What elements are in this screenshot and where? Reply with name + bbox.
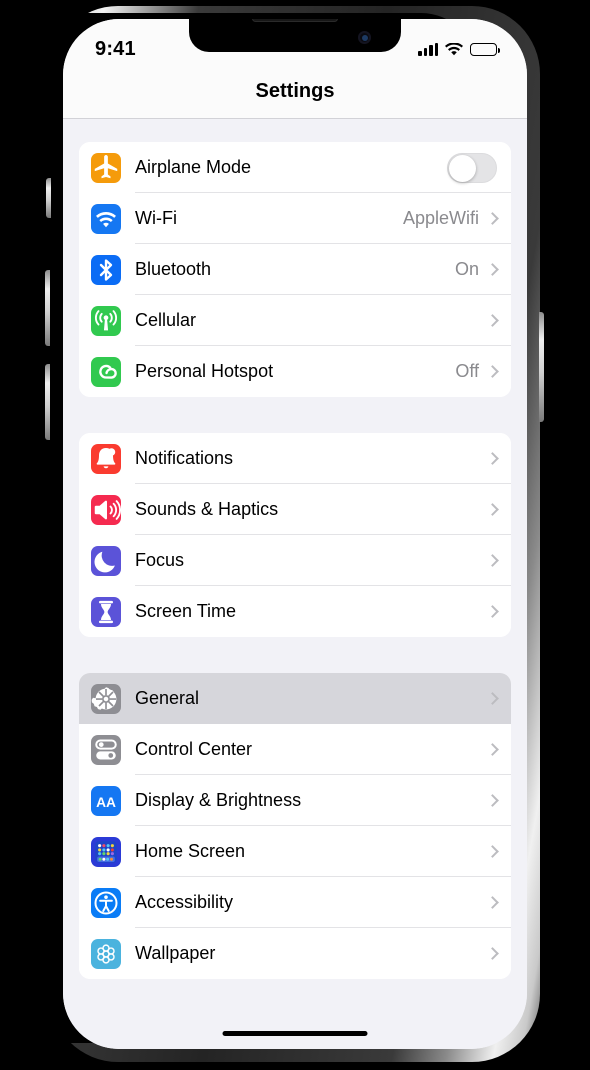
wifi-icon	[91, 203, 121, 234]
settings-row-airplane-mode[interactable]: Airplane Mode	[79, 142, 511, 193]
airplane-icon	[91, 152, 121, 183]
settings-row-label: Bluetooth	[135, 259, 212, 279]
settings-row-display-brightness[interactable]: AA Display & Brightness	[79, 775, 511, 826]
power-button[interactable]	[539, 312, 544, 422]
chevron-right-icon	[486, 947, 499, 960]
speaker-icon	[91, 494, 121, 525]
mute-switch-button[interactable]	[46, 178, 51, 218]
settings-row-wallpaper[interactable]: Wallpaper	[79, 928, 511, 979]
settings-row-personal-hotspot[interactable]: Personal Hotspot Off	[79, 346, 511, 397]
settings-row-screen-time[interactable]: Screen Time	[79, 586, 511, 637]
status-bar-indicators	[418, 42, 500, 56]
settings-list[interactable]: Airplane Mode Wi-Fi AppleWifi Bluetooth On …	[63, 119, 527, 1049]
chevron-right-icon	[486, 845, 499, 858]
settings-row-value: AppleWifi	[402, 208, 479, 228]
chevron-right-icon	[486, 743, 499, 756]
svg-text:AA: AA	[96, 794, 116, 809]
gear-icon	[91, 683, 121, 714]
settings-row-label: Accessibility	[135, 892, 234, 912]
settings-row-cellular[interactable]: Cellular	[79, 295, 511, 346]
settings-row-label: General	[135, 688, 200, 708]
cellular-bars-icon	[418, 42, 438, 56]
settings-group-connectivity: Airplane Mode Wi-Fi AppleWifi Bluetooth On …	[79, 142, 511, 397]
chevron-right-icon	[486, 794, 499, 807]
front-camera-icon	[358, 31, 371, 44]
settings-row-sounds-haptics[interactable]: Sounds & Haptics	[79, 484, 511, 535]
chevron-right-icon	[486, 452, 499, 465]
navigation-bar: Settings	[63, 65, 527, 119]
hotspot-icon	[91, 356, 121, 387]
chevron-right-icon	[486, 896, 499, 909]
earpiece-speaker-icon	[252, 19, 338, 22]
settings-row-label: Wallpaper	[135, 943, 216, 963]
control-center-icon	[91, 734, 121, 765]
home-indicator[interactable]	[222, 1031, 368, 1036]
chevron-right-icon	[486, 314, 499, 327]
settings-row-label: Screen Time	[135, 601, 237, 621]
toggle-knob	[449, 154, 476, 182]
settings-row-accessibility[interactable]: Accessibility	[79, 877, 511, 928]
home-screen-icon	[91, 836, 121, 867]
settings-row-label: Cellular	[135, 310, 197, 330]
airplane-mode-toggle[interactable]	[447, 152, 497, 183]
settings-row-control-center[interactable]: Control Center	[79, 724, 511, 775]
settings-row-label: Personal Hotspot	[135, 361, 274, 381]
settings-row-label: Home Screen	[135, 841, 246, 861]
chevron-right-icon	[486, 212, 499, 225]
bell-icon	[91, 443, 121, 474]
display-brightness-icon: AA	[91, 785, 121, 816]
wifi-icon	[445, 42, 463, 56]
moon-icon	[91, 545, 121, 576]
bluetooth-icon	[91, 254, 121, 285]
page-title: Settings	[255, 80, 335, 102]
chevron-right-icon	[486, 605, 499, 618]
display-notch	[189, 19, 401, 52]
settings-group-system: General Control Center AA Display & Bright…	[79, 673, 511, 979]
settings-row-home-screen[interactable]: Home Screen	[79, 826, 511, 877]
chevron-right-icon	[486, 503, 499, 516]
hourglass-icon	[91, 596, 121, 627]
cellular-antenna-icon	[91, 305, 121, 336]
battery-full-icon	[470, 42, 500, 56]
settings-row-value: Off	[455, 361, 479, 381]
chevron-right-icon	[486, 263, 499, 276]
settings-group-alerts: Notifications Sounds & Haptics Focus Scre…	[79, 433, 511, 637]
volume-up-button[interactable]	[45, 270, 50, 346]
settings-row-label: Control Center	[135, 739, 253, 759]
settings-row-label: Display & Brightness	[135, 790, 302, 810]
settings-row-label: Notifications	[135, 448, 234, 468]
settings-row-wi-fi[interactable]: Wi-Fi AppleWifi	[79, 193, 511, 244]
settings-row-label: Sounds & Haptics	[135, 499, 279, 519]
chevron-right-icon	[486, 554, 499, 567]
settings-row-notifications[interactable]: Notifications	[79, 433, 511, 484]
settings-row-label: Airplane Mode	[135, 157, 252, 177]
settings-row-bluetooth[interactable]: Bluetooth On	[79, 244, 511, 295]
phone-screen: 9:41 Settings Airplane Mode Wi-Fi AppleW…	[63, 19, 527, 1049]
wallpaper-icon	[91, 938, 121, 969]
settings-row-label: Focus	[135, 550, 185, 570]
settings-row-focus[interactable]: Focus	[79, 535, 511, 586]
chevron-right-icon	[486, 365, 499, 378]
settings-row-label: Wi-Fi	[135, 208, 177, 228]
chevron-right-icon	[486, 692, 499, 705]
accessibility-icon	[91, 887, 121, 918]
settings-row-value: On	[454, 259, 479, 279]
volume-down-button[interactable]	[45, 364, 50, 440]
status-bar-time: 9:41	[95, 37, 136, 60]
settings-row-general[interactable]: General	[79, 673, 511, 724]
